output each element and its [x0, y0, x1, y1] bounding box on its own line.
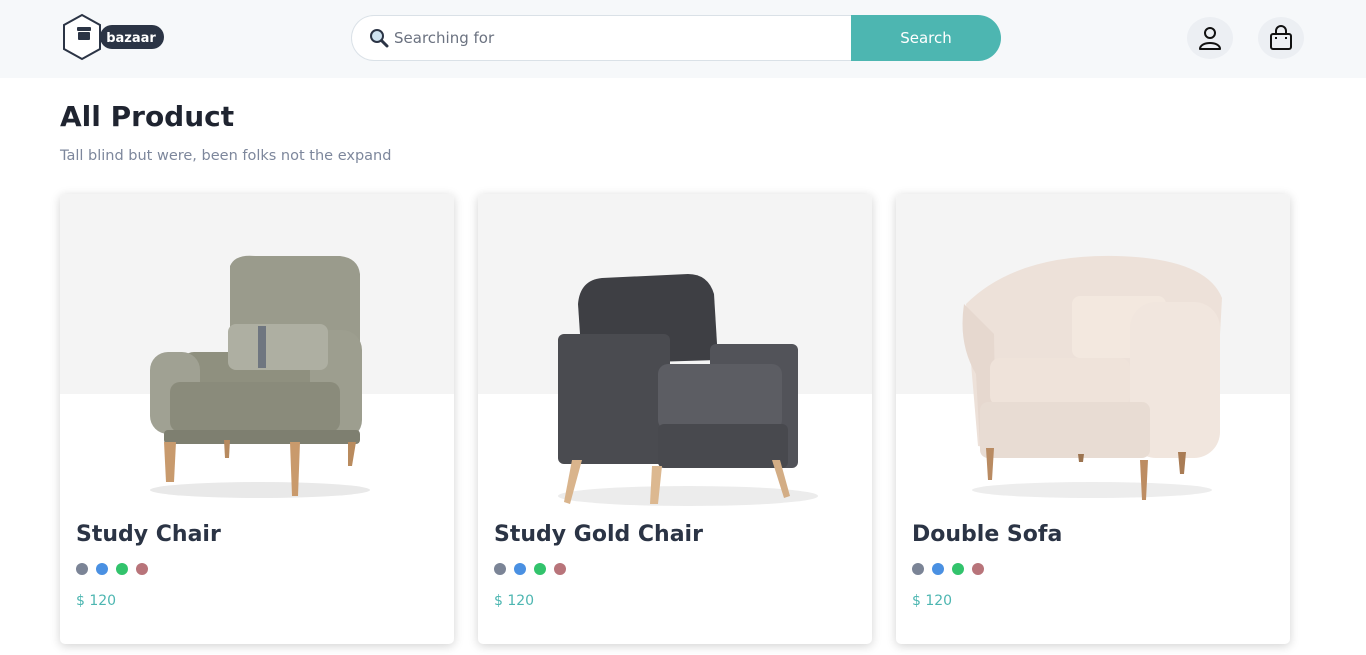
page-subtitle: Tall blind but were, been folks not the … — [60, 148, 392, 164]
header: bazaar Search — [0, 0, 1366, 78]
color-swatch-blue[interactable] — [96, 563, 108, 575]
logo-text: bazaar — [106, 31, 156, 46]
color-swatch-green[interactable] — [534, 563, 546, 575]
product-card[interactable]: Double Sofa $ 120 — [896, 194, 1290, 644]
shopping-bag-icon — [1270, 25, 1292, 50]
product-name[interactable]: Study Chair — [76, 522, 221, 547]
page-title: All Product — [60, 100, 235, 133]
color-swatch-gray[interactable] — [912, 563, 924, 575]
armchair-image — [558, 274, 818, 506]
product-price: $ 120 — [912, 593, 953, 609]
color-swatches — [76, 563, 148, 575]
product-card[interactable]: Study Gold Chair $ 120 — [478, 194, 872, 644]
product-price: $ 120 — [76, 593, 117, 609]
color-swatches — [912, 563, 984, 575]
search-input[interactable] — [394, 16, 844, 60]
color-swatch-gray[interactable] — [76, 563, 88, 575]
color-swatch-rose[interactable] — [136, 563, 148, 575]
product-name[interactable]: Study Gold Chair — [494, 522, 703, 547]
product-price: $ 120 — [494, 593, 535, 609]
color-swatch-blue[interactable] — [932, 563, 944, 575]
search-button[interactable]: Search — [851, 15, 1001, 61]
logo[interactable]: bazaar — [60, 13, 170, 63]
cart-button[interactable] — [1258, 17, 1304, 59]
color-swatch-rose[interactable] — [554, 563, 566, 575]
tub-chair-image — [962, 255, 1222, 500]
armchair-image — [150, 255, 370, 498]
user-icon — [1199, 27, 1221, 50]
product-name[interactable]: Double Sofa — [912, 522, 1062, 547]
product-card[interactable]: Study Chair $ 120 — [60, 194, 454, 644]
color-swatch-gray[interactable] — [494, 563, 506, 575]
color-swatch-green[interactable] — [952, 563, 964, 575]
search-bar: Search — [351, 15, 1001, 61]
logo-icon: bazaar — [63, 13, 164, 61]
color-swatches — [494, 563, 566, 575]
color-swatch-blue[interactable] — [514, 563, 526, 575]
account-button[interactable] — [1187, 17, 1233, 59]
search-box — [351, 15, 861, 61]
color-swatch-green[interactable] — [116, 563, 128, 575]
color-swatch-rose[interactable] — [972, 563, 984, 575]
search-icon — [368, 27, 390, 49]
